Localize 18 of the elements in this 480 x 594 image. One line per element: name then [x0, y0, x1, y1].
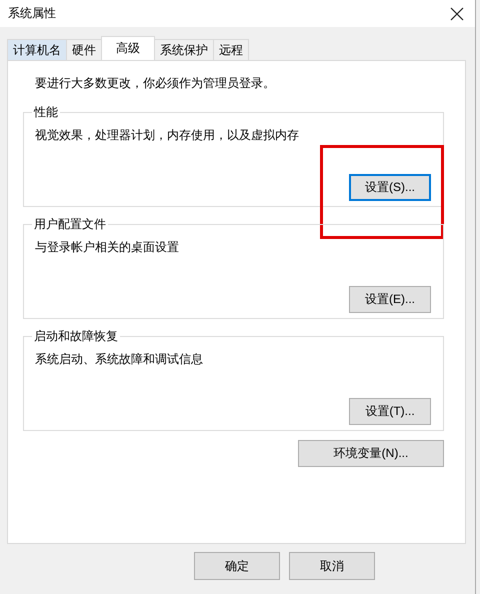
settings-button[interactable]: 设置(E)... — [349, 286, 431, 313]
dialog-button[interactable]: 取消 — [289, 552, 375, 580]
window-title: 系统属性 — [8, 5, 56, 22]
admin-notice: 要进行大多数更改，你必须作为管理员登录。 — [35, 75, 276, 92]
environment-variables-button[interactable]: 环境变量(N)... — [298, 440, 444, 467]
group-description: 视觉效果，处理器计划，内存使用，以及虚拟内存 — [35, 127, 300, 144]
group-title: 用户配置文件 — [33, 216, 107, 233]
settings-button[interactable]: 设置(S)... — [349, 174, 431, 201]
tab[interactable]: 计算机名 — [7, 39, 67, 60]
close-icon[interactable] — [450, 6, 464, 20]
tab[interactable]: 远程 — [213, 39, 249, 60]
tab[interactable]: 高级 — [101, 36, 155, 60]
settings-button[interactable]: 设置(T)... — [349, 398, 431, 425]
group-description: 系统启动、系统故障和调试信息 — [35, 351, 204, 368]
dialog-button[interactable]: 确定 — [194, 552, 280, 580]
group-description: 与登录帐户相关的桌面设置 — [35, 239, 180, 256]
group-title: 启动和故障恢复 — [33, 328, 119, 345]
group-title: 性能 — [32, 104, 59, 121]
